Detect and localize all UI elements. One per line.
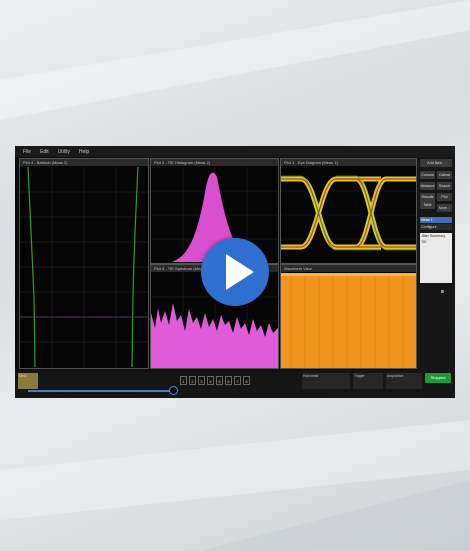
bathtub-plot-title: Plot 4 - Bathtub (Meas 2) <box>20 159 148 166</box>
menu-help[interactable]: Help <box>79 149 89 155</box>
meas-header[interactable]: Meas 1 <box>420 217 452 223</box>
trigger-panel[interactable]: Trigger <box>353 373 383 389</box>
more-button[interactable]: More... <box>437 204 452 212</box>
channel-button-5[interactable]: 5 <box>216 376 223 385</box>
play-button[interactable] <box>201 238 269 306</box>
menu-edit[interactable]: Edit <box>40 149 49 155</box>
side-panel: Add New... Cursors Callout Measure Searc… <box>417 157 455 370</box>
waveform-graph <box>281 273 416 368</box>
eye-diagram-graph <box>281 175 416 251</box>
video-progress-bar[interactable] <box>28 390 174 392</box>
bathtub-plot[interactable]: Plot 4 - Bathtub (Meas 2) <box>19 158 149 369</box>
acquisition-label: Acquisition <box>387 374 404 378</box>
scroll-indicator-icon <box>441 290 444 293</box>
play-icon <box>226 254 254 290</box>
horizontal-label: Horizontal <box>303 374 319 378</box>
channel-button-6[interactable]: 6 <box>225 376 232 385</box>
run-stop-button[interactable]: Stopped <box>425 373 451 383</box>
channel-button-7[interactable]: 7 <box>234 376 241 385</box>
channel-1-badge[interactable]: Ch 1 <box>18 373 38 389</box>
jitter-summary-box: Jitter Summary TIE <box>420 233 452 283</box>
channel-button-2[interactable]: 2 <box>189 376 196 385</box>
channel-button-3[interactable]: 3 <box>198 376 205 385</box>
plot-button[interactable]: Plot <box>437 193 452 201</box>
channel-button-4[interactable]: 4 <box>207 376 214 385</box>
menu-bar: File Edit Utility Help <box>15 146 455 157</box>
acquisition-panel[interactable]: Acquisition <box>386 373 422 389</box>
channel-button-8[interactable]: 8 <box>243 376 250 385</box>
results-table-button[interactable]: Results Table <box>420 193 435 209</box>
search-button[interactable]: Search <box>437 182 452 190</box>
channel-button-1[interactable]: 1 <box>180 376 187 385</box>
histogram-plot-title: Plot 2 - TIE Histogram (Meas 2) <box>151 159 278 166</box>
bottom-bar: Ch 1 1 2 3 4 5 6 7 8 Horizontal Trigger … <box>15 370 455 398</box>
eye-diagram-plot-title: Plot 1 - Eye Diagram (Meas 1) <box>281 159 416 166</box>
add-new-button[interactable]: Add New... <box>420 159 452 167</box>
video-progress-handle[interactable] <box>169 386 178 395</box>
callout-button[interactable]: Callout <box>437 171 452 179</box>
menu-file[interactable]: File <box>23 149 31 155</box>
horizontal-panel[interactable]: Horizontal <box>302 373 350 389</box>
waveform-plot-title: Waveform View <box>281 265 416 272</box>
measure-button[interactable]: Measure <box>420 182 435 190</box>
trigger-label: Trigger <box>354 374 365 378</box>
tie-label: TIE <box>421 240 427 244</box>
eye-diagram-plot[interactable]: Plot 1 - Eye Diagram (Meas 1) <box>280 158 417 264</box>
menu-utility[interactable]: Utility <box>58 149 70 155</box>
cursors-button[interactable]: Cursors <box>420 171 435 179</box>
configure-label: Configure <box>420 224 452 230</box>
waveform-plot[interactable]: Waveform View <box>280 264 417 369</box>
bathtub-graph <box>20 167 148 368</box>
channel-1-label: Ch 1 <box>19 374 27 378</box>
